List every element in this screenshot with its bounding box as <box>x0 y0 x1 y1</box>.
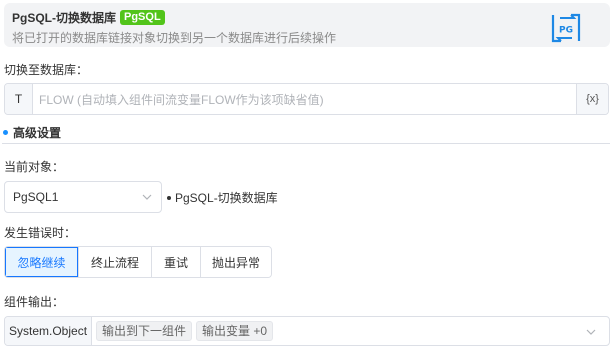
bullet-icon <box>167 195 171 200</box>
advanced-settings-title: 高级设置 <box>13 126 62 140</box>
option-throw-exception[interactable]: 抛出异常 <box>200 247 271 277</box>
database-placeholder[interactable]: FLOW (自动填入组件间流变量FLOW作为该项缺省值) <box>33 91 576 108</box>
current-object-description: PgSQL-切换数据库 <box>167 189 278 206</box>
output-chip-next[interactable]: 输出到下一组件 <box>96 321 193 341</box>
output-type: System.Object <box>5 317 93 345</box>
component-description: 将已打开的数据库链接对象切换到另一个数据库进行后续操作 <box>12 31 337 45</box>
chevron-down-icon[interactable] <box>585 326 597 338</box>
current-object-desc-text: PgSQL-切换数据库 <box>175 191 278 205</box>
current-object-select[interactable]: PgSQL1 <box>4 181 162 213</box>
option-ignore-continue[interactable]: 忽略继续 <box>5 247 78 277</box>
current-object-value: PgSQL1 <box>13 190 59 204</box>
chevron-down-icon <box>142 194 152 200</box>
advanced-settings-header[interactable]: 高级设置 <box>2 122 610 144</box>
output-label: 组件输出： <box>4 295 65 309</box>
output-chip-variable[interactable]: 输出变量 +0 <box>196 321 274 341</box>
section-dot-icon <box>3 130 8 135</box>
component-title: PgSQL-切换数据库 <box>12 11 116 25</box>
on-error-label: 发生错误时： <box>4 226 77 240</box>
option-retry[interactable]: 重试 <box>151 247 200 277</box>
pgsql-tag: PgSQL <box>120 10 165 25</box>
on-error-options: 忽略继续 终止流程 重试 抛出异常 <box>4 246 272 278</box>
current-object-label: 当前对象： <box>4 160 65 174</box>
option-terminate-flow[interactable]: 终止流程 <box>78 247 151 277</box>
database-input[interactable]: T FLOW (自动填入组件间流变量FLOW作为该项缺省值) {x} <box>4 83 609 115</box>
component-header: PgSQL-切换数据库 PgSQL 将已打开的数据库链接对象切换到另一个数据库进… <box>4 3 610 47</box>
output-select[interactable]: System.Object 输出到下一组件 输出变量 +0 <box>4 316 610 346</box>
variable-insert-button[interactable]: {x} <box>576 84 608 114</box>
pg-switch-icon: PG <box>551 13 581 43</box>
text-type-prefix[interactable]: T <box>5 84 33 114</box>
database-label: 切换至数据库： <box>4 63 89 77</box>
component-title-row: PgSQL-切换数据库 PgSQL <box>12 9 165 26</box>
svg-text:PG: PG <box>559 26 573 36</box>
